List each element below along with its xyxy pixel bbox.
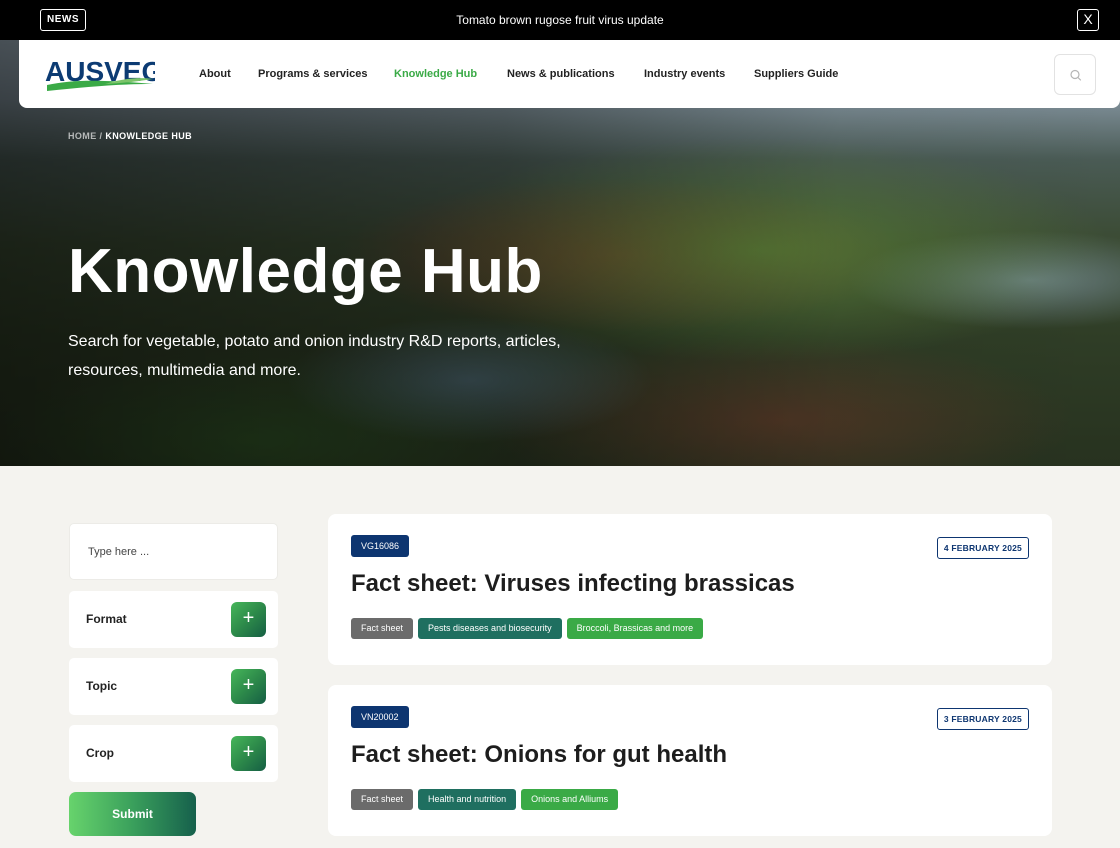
search-button[interactable] [1054, 54, 1096, 95]
result-title[interactable]: Fact sheet: Viruses infecting brassicas [351, 570, 795, 598]
nav-industry-events[interactable]: Industry events [644, 68, 725, 80]
tag-list: Fact sheet Health and nutrition Onions a… [351, 789, 619, 810]
nav-knowledge-hub[interactable]: Knowledge Hub [394, 68, 477, 80]
filter-label: Format [86, 612, 127, 626]
format-tag[interactable]: Fact sheet [351, 618, 414, 639]
page-title: Knowledge Hub [68, 237, 543, 306]
nav-about[interactable]: About [199, 68, 231, 80]
filter-format[interactable]: Format + [69, 591, 278, 648]
date-badge: 3 FEBRUARY 2025 [936, 708, 1029, 730]
filter-crop[interactable]: Crop + [69, 725, 278, 782]
plus-icon[interactable]: + [231, 602, 266, 637]
nav-suppliers-guide[interactable]: Suppliers Guide [754, 68, 838, 80]
project-code-badge: VG16086 [351, 535, 410, 557]
tag-list: Fact sheet Pests diseases and biosecurit… [351, 618, 704, 639]
result-card[interactable]: VG16086 4 FEBRUARY 2025 Fact sheet: Viru… [328, 514, 1052, 665]
keyword-search-input[interactable] [70, 524, 277, 579]
topic-tag[interactable]: Health and nutrition [418, 789, 517, 810]
plus-icon[interactable]: + [231, 669, 266, 704]
filter-topic[interactable]: Topic + [69, 658, 278, 715]
plus-icon[interactable]: + [231, 736, 266, 771]
keyword-search [69, 523, 278, 580]
result-title[interactable]: Fact sheet: Onions for gut health [351, 741, 727, 769]
submit-button[interactable]: Submit [69, 792, 196, 836]
result-card[interactable]: VN20002 3 FEBRUARY 2025 Fact sheet: Onio… [328, 685, 1052, 836]
breadcrumb-current: KNOWLEDGE HUB [105, 131, 193, 141]
ausveg-logo[interactable]: AUSVEG [45, 54, 155, 94]
crop-tag[interactable]: Onions and Alliums [521, 789, 619, 810]
nav-programs-services[interactable]: Programs & services [258, 68, 367, 80]
filter-label: Topic [86, 679, 118, 693]
site-header: AUSVEG About Programs & services Knowled… [19, 40, 1120, 108]
search-icon [1070, 69, 1082, 81]
crop-tag[interactable]: Broccoli, Brassicas and more [566, 618, 704, 639]
date-badge: 4 FEBRUARY 2025 [936, 537, 1029, 559]
news-bar: NEWS Tomato brown rugose fruit virus upd… [0, 0, 1120, 40]
format-tag[interactable]: Fact sheet [351, 789, 414, 810]
breadcrumb-home[interactable]: HOME [68, 131, 97, 141]
news-headline-link[interactable]: Tomato brown rugose fruit virus update [0, 0, 1120, 40]
nav-news-publications[interactable]: News & publications [507, 68, 615, 80]
topic-tag[interactable]: Pests diseases and biosecurity [418, 618, 562, 639]
close-icon[interactable]: X [1077, 9, 1099, 31]
breadcrumb: HOME / KNOWLEDGE HUB [68, 131, 193, 141]
project-code-badge: VN20002 [351, 706, 409, 728]
page-subtitle: Search for vegetable, potato and onion i… [68, 333, 561, 379]
filter-label: Crop [86, 746, 114, 760]
